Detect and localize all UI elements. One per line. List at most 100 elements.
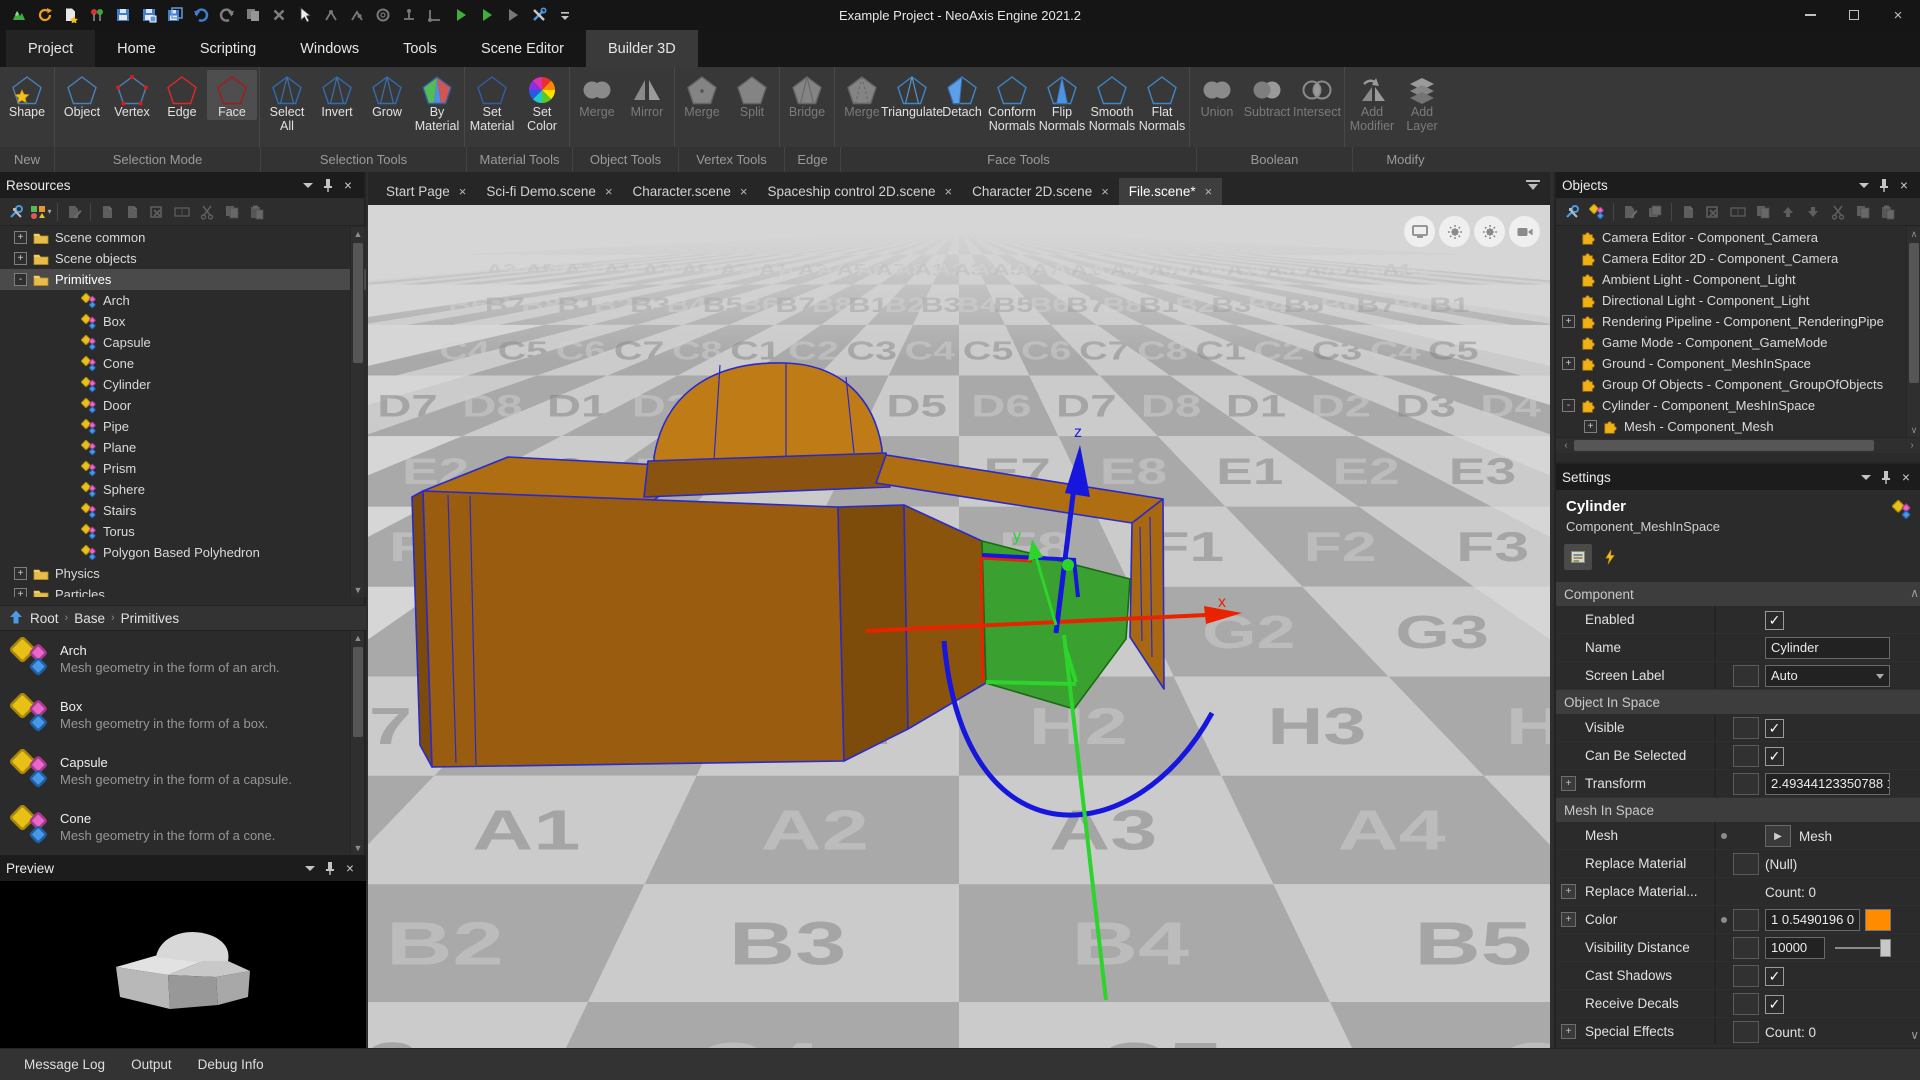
- member-item-capsule[interactable]: Capsule Mesh geometry in the form of a c…: [0, 743, 366, 799]
- default-value-box[interactable]: [1733, 745, 1759, 767]
- resources-tree-item-scene-common[interactable]: + Scene common: [0, 227, 366, 248]
- objects-tree-item[interactable]: + Rendering Pipeline - Component_Renderi…: [1556, 311, 1920, 332]
- save-icon[interactable]: [112, 4, 134, 26]
- panel-close-icon[interactable]: ×: [338, 176, 358, 194]
- resources-tree-item-capsule[interactable]: Capsule: [0, 332, 366, 353]
- menu-tab-home[interactable]: Home: [95, 30, 178, 67]
- tab-close-icon[interactable]: ×: [740, 184, 748, 199]
- objects-tree-item[interactable]: + Mesh - Component_Mesh: [1556, 416, 1920, 437]
- ribbon-button-shape[interactable]: Shape: [2, 70, 52, 120]
- breadcrumb-item-root[interactable]: Root: [30, 611, 59, 626]
- tab-overflow-icon[interactable]: [1526, 180, 1540, 190]
- resources-settings-icon[interactable]: [5, 201, 27, 223]
- property-expander-icon[interactable]: +: [1561, 1024, 1576, 1039]
- preview-viewport[interactable]: [0, 881, 366, 1048]
- panel-close-icon[interactable]: ×: [1896, 468, 1916, 486]
- panel-dropdown-icon[interactable]: [1856, 468, 1876, 486]
- play-scene-icon[interactable]: [476, 4, 498, 26]
- play-icon[interactable]: [450, 4, 472, 26]
- color-value-field[interactable]: 1 0.5490196 0: [1765, 909, 1860, 931]
- objects-tree-scrollbar[interactable]: ∧∨: [1906, 227, 1920, 437]
- default-value-box[interactable]: [1733, 1021, 1759, 1043]
- default-value-box[interactable]: [1733, 717, 1759, 739]
- resources-tree-item-polygon-based-polyhedron[interactable]: Polygon Based Polyhedron: [0, 542, 366, 563]
- property-expander-icon[interactable]: +: [1561, 776, 1576, 791]
- property-expander-icon[interactable]: +: [1561, 912, 1576, 927]
- menu-tab-windows[interactable]: Windows: [278, 30, 381, 67]
- resources-tree-item-cone[interactable]: Cone: [0, 353, 366, 374]
- reference-expand-button[interactable]: ▶: [1765, 825, 1791, 847]
- resources-tree-item-pipe[interactable]: Pipe: [0, 416, 366, 437]
- resources-tree-item-primitives[interactable]: - Primitives: [0, 269, 366, 290]
- resources-tree-item-door[interactable]: Door: [0, 395, 366, 416]
- redo-icon[interactable]: [216, 4, 238, 26]
- tab-close-icon[interactable]: ×: [945, 184, 953, 199]
- ribbon-button-set-material[interactable]: Set Material: [467, 70, 517, 133]
- menu-tab-builder-3d[interactable]: Builder 3D: [586, 30, 698, 67]
- panel-pin-icon[interactable]: [320, 859, 340, 877]
- snap-ring-icon[interactable]: [372, 4, 394, 26]
- resources-tree-item-scene-objects[interactable]: + Scene objects: [0, 248, 366, 269]
- arch-mesh[interactable]: [412, 363, 1164, 767]
- member-item-arch[interactable]: Arch Mesh geometry in the form of an arc…: [0, 631, 366, 687]
- member-item-cone[interactable]: Cone Mesh geometry in the form of a cone…: [0, 799, 366, 855]
- ribbon-button-invert[interactable]: Invert: [312, 70, 362, 120]
- new-resource-icon[interactable]: [60, 4, 82, 26]
- default-value-box[interactable]: [1733, 773, 1759, 795]
- ribbon-button-flat-normals[interactable]: Flat Normals: [1137, 70, 1187, 133]
- default-value-box[interactable]: [1733, 909, 1759, 931]
- objects-tree-item[interactable]: Game Mode - Component_GameMode: [1556, 332, 1920, 353]
- ribbon-button-by-material[interactable]: By Material: [412, 70, 462, 133]
- close-button[interactable]: ×: [1876, 0, 1920, 30]
- settings-tab-properties[interactable]: [1564, 544, 1592, 570]
- panel-close-icon[interactable]: ×: [340, 859, 360, 877]
- objects-mesh-icon[interactable]: [1586, 201, 1608, 223]
- ribbon-button-detach[interactable]: Detach: [937, 70, 987, 120]
- document-tab-sci-fi-demo-scene[interactable]: Sci-fi Demo.scene×: [476, 178, 622, 205]
- delete-icon[interactable]: [268, 4, 290, 26]
- scene-viewport[interactable]: A3A4A5A6A7A8A1A2A3A4A5A6A7A8A1A2A3A4A5A6…: [368, 205, 1550, 1048]
- tab-close-icon[interactable]: ×: [459, 184, 467, 199]
- objects-tree-item[interactable]: Camera Editor - Component_Camera: [1556, 227, 1920, 248]
- document-tab-character-scene[interactable]: Character.scene×: [623, 178, 758, 205]
- objects-tree-hscrollbar[interactable]: ‹›: [1556, 437, 1920, 453]
- default-value-box[interactable]: [1733, 993, 1759, 1015]
- resources-tree-item-torus[interactable]: Torus: [0, 521, 366, 542]
- menu-tab-tools[interactable]: Tools: [381, 30, 459, 67]
- bottom-tab-debug-info[interactable]: Debug Info: [198, 1057, 264, 1072]
- settings-tab-events[interactable]: [1596, 544, 1624, 570]
- checkbox-enabled[interactable]: ✓: [1765, 611, 1784, 630]
- ribbon-button-edge[interactable]: Edge: [157, 70, 207, 120]
- resources-tree-item-particles[interactable]: + Particles: [0, 584, 366, 597]
- checkbox-can-be-selected[interactable]: ✓: [1765, 747, 1784, 766]
- viewport-display-mode-button[interactable]: [1404, 216, 1435, 247]
- snap-edge-icon[interactable]: [346, 4, 368, 26]
- breadcrumb-item-base[interactable]: Base: [74, 611, 105, 626]
- tree-expander-icon[interactable]: +: [14, 231, 27, 244]
- member-item-box[interactable]: Box Mesh geometry in the form of a box.: [0, 687, 366, 743]
- resources-tree-item-box[interactable]: Box: [0, 311, 366, 332]
- tree-expander-icon[interactable]: +: [14, 252, 27, 265]
- resources-tree-item-stairs[interactable]: Stairs: [0, 500, 366, 521]
- members-scrollbar[interactable]: ▲▼: [350, 631, 364, 855]
- tree-expander-icon[interactable]: +: [14, 588, 27, 597]
- undo-icon[interactable]: [190, 4, 212, 26]
- menu-tab-scene-editor[interactable]: Scene Editor: [459, 30, 586, 67]
- resources-tree-item-arch[interactable]: Arch: [0, 290, 366, 311]
- objects-tree-item[interactable]: Camera Editor 2D - Component_Camera: [1556, 248, 1920, 269]
- viewport-camera-button[interactable]: [1509, 216, 1540, 247]
- maximize-button[interactable]: [1832, 0, 1876, 30]
- twin-markers-icon[interactable]: [86, 4, 108, 26]
- value-field-visibility-distance[interactable]: 10000: [1765, 937, 1825, 959]
- ribbon-button-set-color[interactable]: Set Color: [517, 70, 567, 133]
- save-all-icon[interactable]: [164, 4, 186, 26]
- breadcrumb-up-icon[interactable]: [8, 609, 24, 628]
- build-tools-icon[interactable]: [528, 4, 550, 26]
- checkbox-visible[interactable]: ✓: [1765, 719, 1784, 738]
- tab-close-icon[interactable]: ×: [605, 184, 613, 199]
- objects-settings-icon[interactable]: [1561, 201, 1583, 223]
- document-tab-file-scene-[interactable]: File.scene*×: [1119, 178, 1222, 205]
- resources-tree-item-physics[interactable]: + Physics: [0, 563, 366, 584]
- bottom-tab-message-log[interactable]: Message Log: [24, 1057, 105, 1072]
- tree-expander-icon[interactable]: +: [1584, 420, 1597, 433]
